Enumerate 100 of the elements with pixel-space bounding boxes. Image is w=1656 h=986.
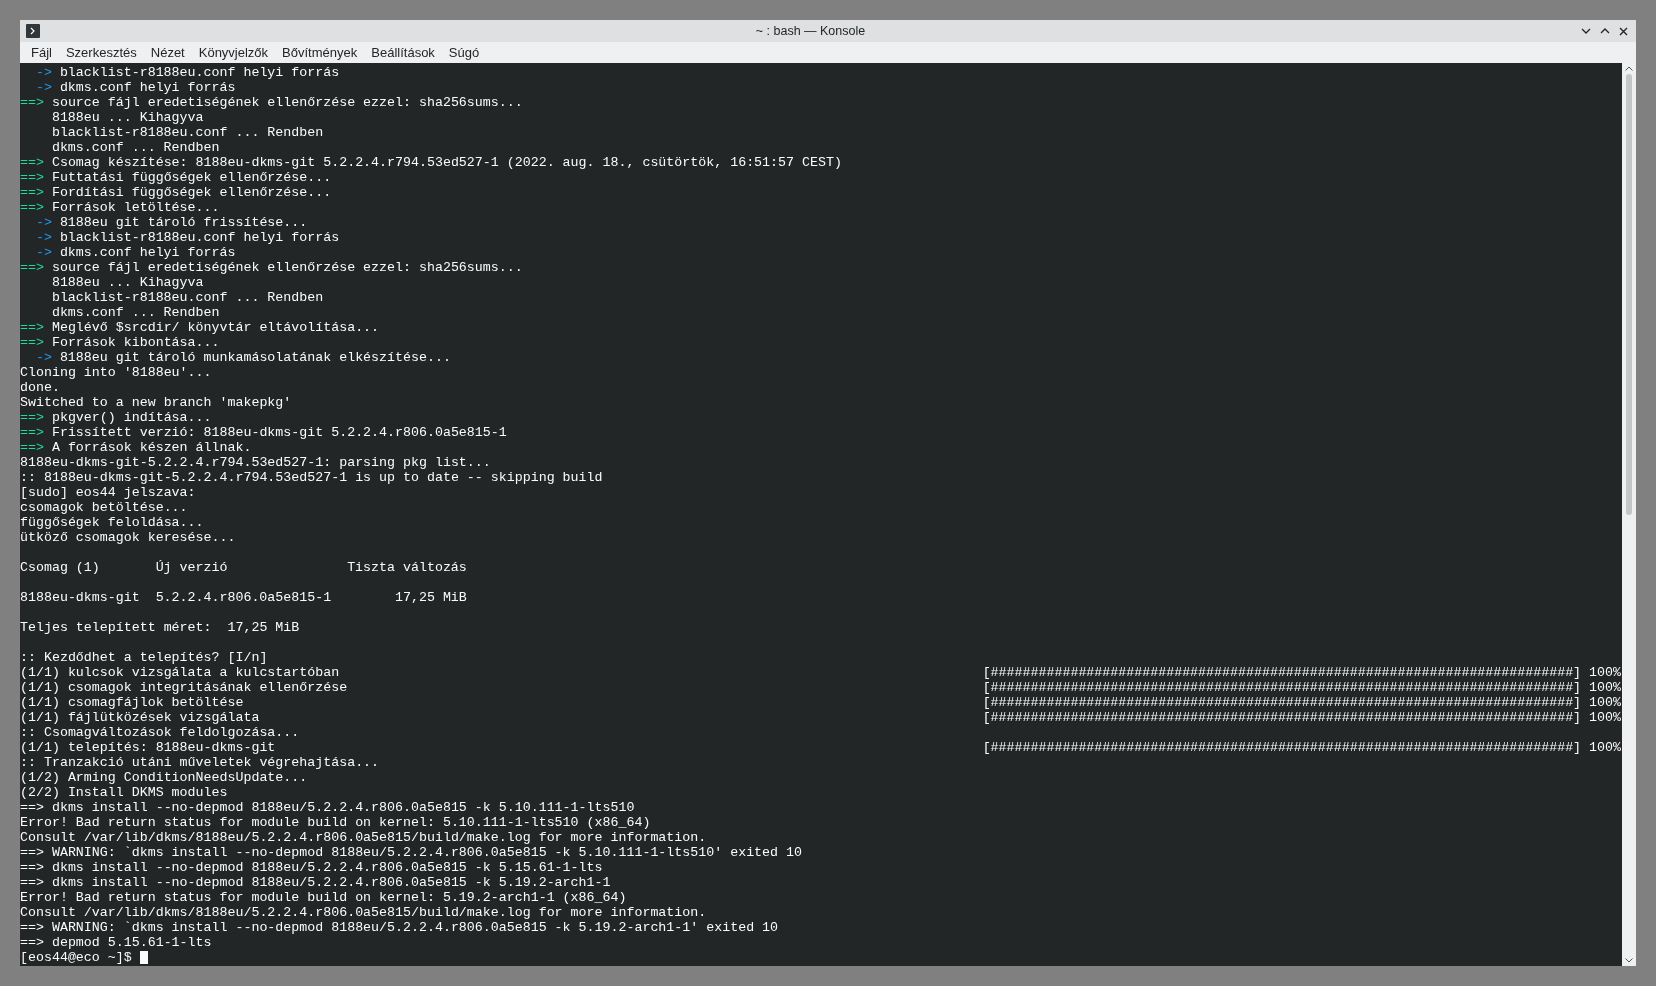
terminal-line: blacklist-r8188eu.conf helyi forrás: [59, 65, 340, 80]
menu-item[interactable]: Bővítmények: [275, 45, 365, 60]
terminal-line: :: Kezdődhet a telepítés? [I/n]: [20, 650, 268, 665]
terminal-line: függőségek feloldása...: [20, 515, 204, 530]
arrow-marker: ==>: [20, 200, 44, 215]
arrow-marker: ==>: [20, 425, 44, 440]
arrow-marker: ==>: [20, 155, 44, 170]
terminal-line: 8188eu-dkms-git-5.2.2.4.r794.53ed527-1: parsing pkg list...: [20, 455, 491, 470]
arrow-marker: ->: [35, 215, 52, 230]
window-title: ~ : bash — Konsole: [754, 24, 867, 38]
close-icon[interactable]: [1619, 26, 1628, 36]
terminal-line: (1/1) fájlütközések vizsgálata: [20, 710, 260, 725]
arrow-marker: ==>: [20, 260, 44, 275]
terminal-line: Frissített verzió: 8188eu-dkms-git 5.2.2.4.r806.0a5e815-1: [51, 425, 507, 440]
terminal-line: Csomag készítése: 8188eu-dkms-git 5.2.2.4.r794.53ed527-1 (2022. aug. 18., csütörtök, 16:51:57 CEST): [51, 155, 842, 170]
menu-item[interactable]: Nézet: [143, 45, 192, 60]
terminal-line: :: 8188eu-dkms-git-5.2.2.4.r794.53ed527-1 is up to date -- skipping build: [20, 470, 603, 485]
terminal-line: (1/1) csomagfájlok betöltése: [20, 695, 244, 710]
terminal-line: Teljes telepített méret: 17,25 MiB: [20, 620, 300, 635]
terminal-line: source fájl eredetiségének ellenőrzése ezzel: sha256sums...: [51, 260, 523, 275]
arrow-marker: ==>: [20, 185, 44, 200]
menu-item[interactable]: Szerkesztés: [58, 45, 144, 60]
arrow-marker: ==>: [20, 440, 44, 455]
arrow-marker: ==>: [20, 170, 44, 185]
scrollbar[interactable]: [1622, 63, 1636, 966]
terminal-line: done.: [20, 380, 60, 395]
terminal-line: source fájl eredetiségének ellenőrzése ezzel: sha256sums...: [51, 95, 523, 110]
terminal-line: ==> WARNING: `dkms install --no-depmod 8188eu/5.2.2.4.r806.0a5e815 -k 5.10.111-1-lts510' exited 10: [20, 845, 802, 860]
progress-percent: 100%: [1589, 710, 1621, 725]
terminal-line: dkms.conf helyi forrás: [59, 245, 236, 260]
terminal-line: :: Tranzakció utáni műveletek végrehajtása...: [20, 755, 380, 770]
table-cell-text: 5.2.2.4.r806.0a5e815-1: [155, 590, 333, 605]
arrow-marker: ==>: [20, 95, 44, 110]
arrow-marker: ==>: [20, 335, 44, 350]
terminal-line: ==> depmod 5.15.61-1-lts: [20, 935, 212, 950]
terminal-line: blacklist-r8188eu.conf ... Rendben: [51, 125, 324, 140]
terminal-line: (1/2) Arming ConditionNeedsUpdate...: [20, 770, 308, 785]
table-cell: Tiszta változás: [347, 560, 467, 575]
terminal-line: Meglévő $srcdir/ könyvtár eltávolítása...: [51, 320, 380, 335]
terminal-line: (1/1) telepítés: 8188eu-dkms-git: [20, 740, 276, 755]
terminal-line: ==> dkms install --no-depmod 8188eu/5.2.2.4.r806.0a5e815 -k 5.10.111-1-lts510: [20, 800, 635, 815]
table-cell-text: Új verzió: [155, 560, 229, 575]
table-cell-text: 8188eu-dkms-git: [20, 590, 141, 605]
arrow-marker: ==>: [20, 320, 44, 335]
terminal-line: Cloning into '8188eu'...: [20, 365, 212, 380]
terminal-line: Error! Bad return status for module build on kernel: 5.10.111-1-lts510 (x86_64): [20, 815, 651, 830]
progress-bar-text: [#########################################################################]: [982, 710, 1582, 725]
terminal-line: (1/1) kulcsok vizsgálata a kulcstartóban: [20, 665, 340, 680]
terminal-line: dkms.conf ... Rendben: [51, 305, 220, 320]
progress-percent: 100%: [1589, 680, 1621, 695]
progress-bar-text: [#########################################################################]: [982, 695, 1582, 710]
terminal-line: (1/1) csomagok integritásának ellenőrzése: [20, 680, 348, 695]
terminal-line: Consult /var/lib/dkms/8188eu/5.2.2.4.r806.0a5e815/build/make.log for more information.: [20, 905, 707, 920]
terminal-line: 8188eu git tároló frissítése...: [59, 215, 308, 230]
terminal-line: blacklist-r8188eu.conf helyi forrás: [59, 230, 340, 245]
terminal-line: ==> dkms install --no-depmod 8188eu/5.2.2.4.r806.0a5e815 -k 5.19.2-arch1-1: [20, 875, 611, 890]
terminal-line: (2/2) Install DKMS modules: [20, 785, 228, 800]
terminal-line: Consult /var/lib/dkms/8188eu/5.2.2.4.r806.0a5e815/build/make.log for more information.: [20, 830, 707, 845]
terminal-line: Futtatási függőségek ellenőrzése...: [51, 170, 332, 185]
terminal-line: 8188eu ... Kihagyva: [51, 275, 204, 290]
menu-item[interactable]: Beállítások: [364, 45, 442, 60]
terminal-line: Switched to a new branch 'makepkg': [20, 395, 292, 410]
arrow-marker: ->: [35, 230, 52, 245]
terminal-line: Források kibontása...: [51, 335, 220, 350]
terminal-line: [sudo] eos44 jelszava:: [20, 485, 196, 500]
progress-bar-text: [#########################################################################]: [982, 680, 1582, 695]
terminal-line: ==> WARNING: `dkms install --no-depmod 8188eu/5.2.2.4.r806.0a5e815 -k 5.19.2-arch1-1' exited 10: [20, 920, 779, 935]
text-cursor: [139, 951, 148, 964]
terminal-line: 8188eu git tároló munkamásolatának elkészítése...: [59, 350, 451, 365]
progress-percent: 100%: [1589, 695, 1621, 710]
terminal-line: ==> dkms install --no-depmod 8188eu/5.2.2.4.r806.0a5e815 -k 5.15.61-1-lts: [20, 860, 603, 875]
terminal-line: A források készen állnak.: [51, 440, 252, 455]
arrow-marker: ==>: [20, 410, 44, 425]
scroll-up-icon[interactable]: [1625, 66, 1633, 71]
menu-item[interactable]: Súgó: [441, 45, 487, 60]
menu-item[interactable]: Könyvjelzők: [191, 45, 276, 60]
table-cell-text: Csomag (1): [20, 560, 101, 575]
table-cell-text: 17,25 MiB: [394, 590, 467, 605]
terminal-line: Fordítási függőségek ellenőrzése...: [51, 185, 332, 200]
arrow-marker: ->: [35, 350, 52, 365]
arrow-marker: ->: [35, 80, 52, 95]
progress-percent: 100%: [1589, 665, 1621, 680]
terminal-line: dkms.conf ... Rendben: [51, 140, 220, 155]
terminal-line: :: Csomagváltozások feldolgozása...: [20, 725, 300, 740]
terminal-line: blacklist-r8188eu.conf ... Rendben: [51, 290, 324, 305]
terminal-line: ütköző csomagok keresése...: [20, 530, 236, 545]
menu-item[interactable]: Fájl: [24, 45, 59, 60]
progress-percent: 100%: [1589, 740, 1621, 755]
terminal-line: csomagok betöltése...: [20, 500, 188, 515]
progress-bar-text: [#########################################################################]: [982, 665, 1582, 680]
minimize-icon[interactable]: [1581, 28, 1591, 34]
terminal-line: Források letöltése...: [51, 200, 220, 215]
maximize-icon[interactable]: [1600, 28, 1610, 34]
scrollbar-thumb[interactable]: [1626, 74, 1632, 515]
terminal-line: pkgver() indítása...: [51, 410, 212, 425]
shell-prompt: [eos44@eco ~]$: [20, 950, 132, 965]
terminal-line: dkms.conf helyi forrás: [59, 80, 236, 95]
terminal-icon: [26, 24, 40, 38]
scroll-down-icon[interactable]: [1625, 958, 1633, 963]
progress-bar-text: [#########################################################################]: [982, 740, 1582, 755]
